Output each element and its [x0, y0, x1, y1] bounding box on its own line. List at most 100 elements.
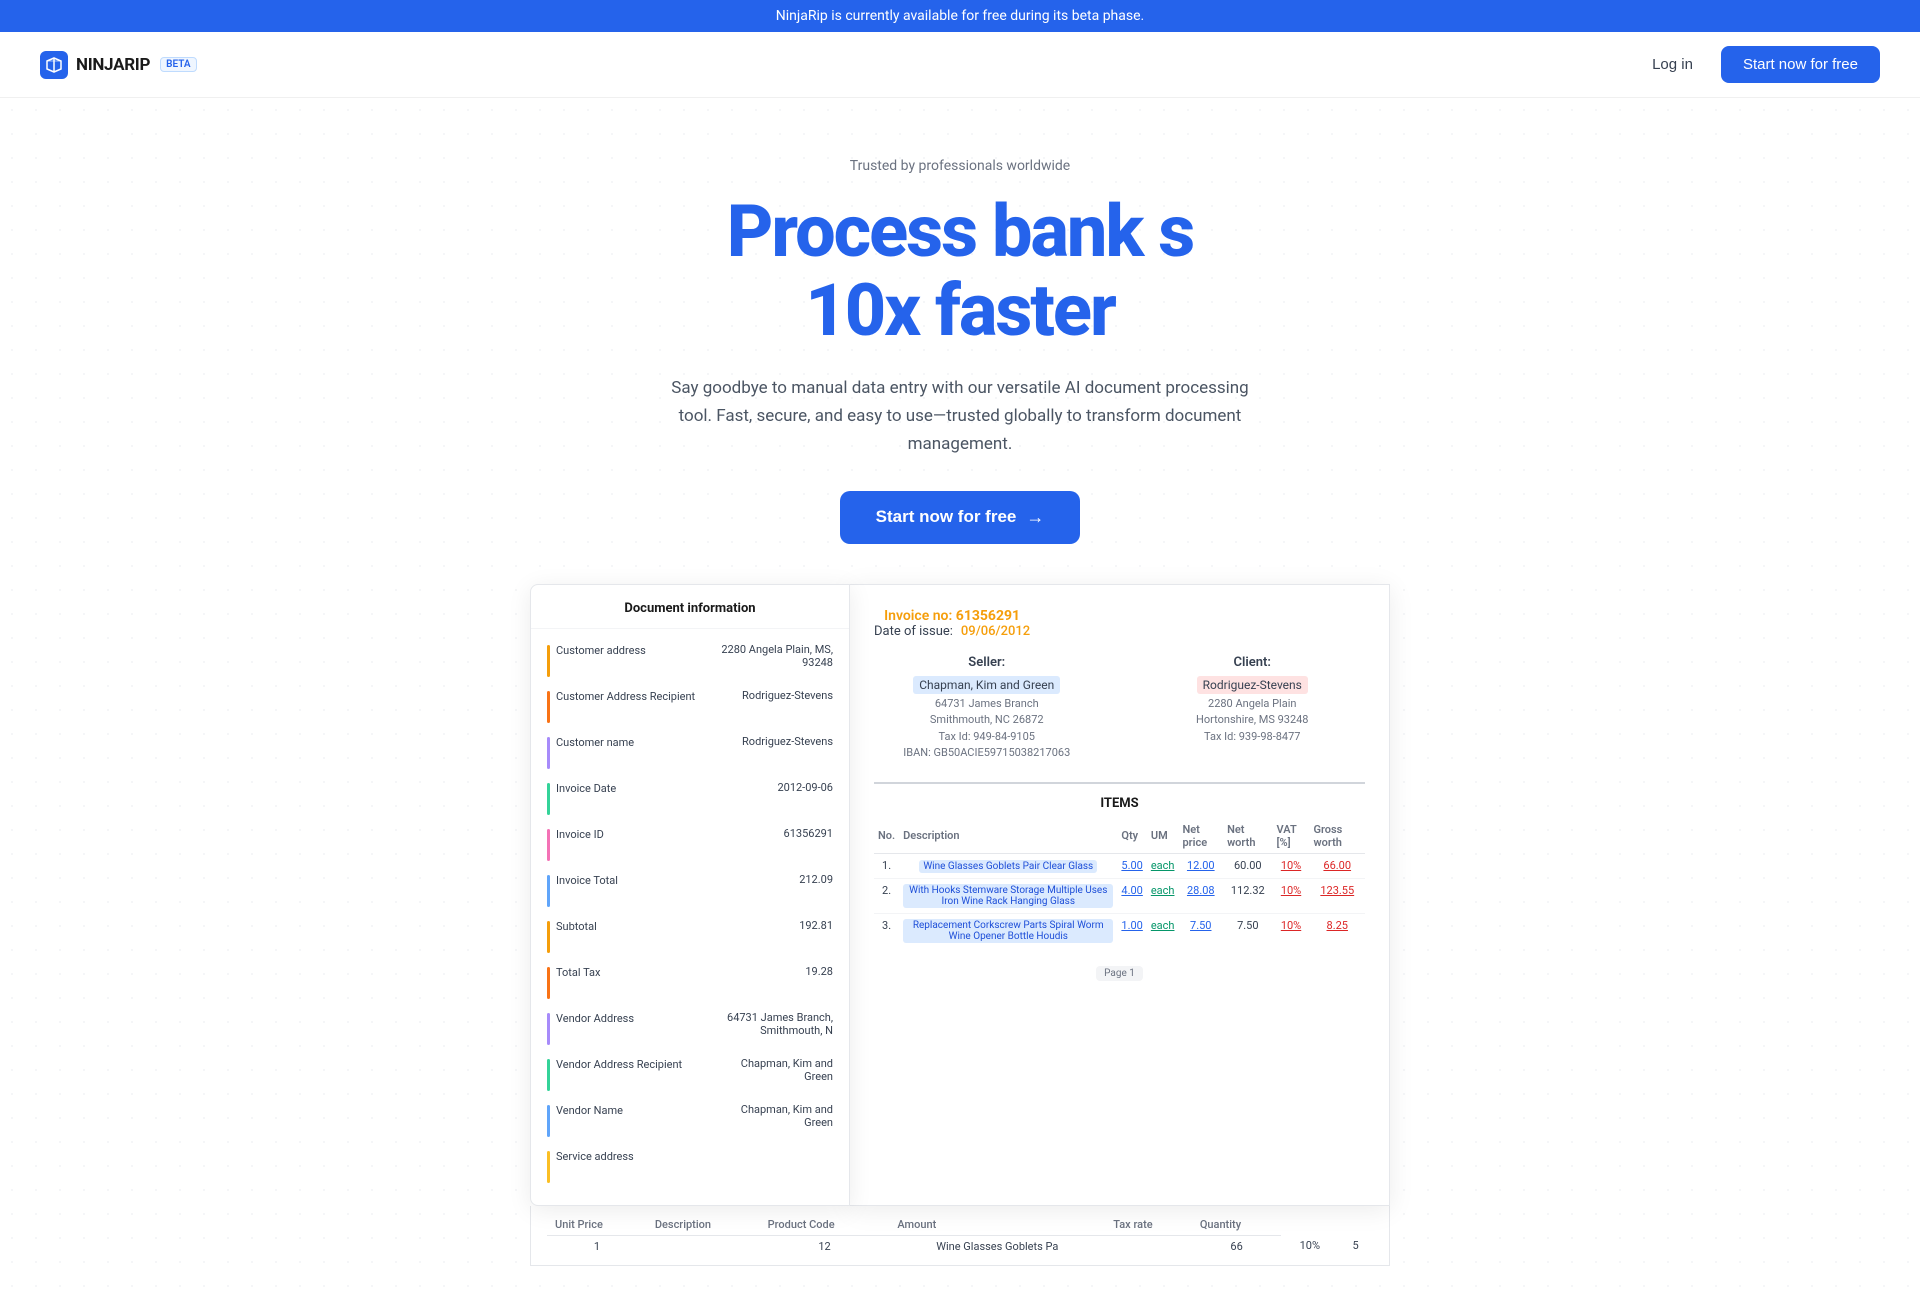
bottom-strip-body: 112Wine Glasses Goblets Pa6610%5: [547, 1235, 1373, 1257]
page-badge-wrap: Page 1: [874, 956, 1365, 981]
arrow-icon: →: [1026, 507, 1044, 528]
hero-section: Trusted by professionals worldwide Proce…: [0, 98, 1920, 1296]
invoice-no-block: Invoice no: 61356291 Date of issue: 09/0…: [874, 605, 1030, 639]
field-value: 2280 Angela Plain, MS, 93248: [713, 643, 833, 669]
client-address1: 2280 Angela Plain: [1140, 696, 1366, 713]
start-hero-button[interactable]: Start now for free →: [840, 491, 1081, 544]
field-color-dot: [547, 829, 550, 861]
field-value: 19.28: [805, 965, 833, 978]
logo-text: NINJARIP: [76, 55, 150, 75]
document-preview-wrapper: Document information Customer address 22…: [20, 584, 1900, 1266]
field-label-wrap: Subtotal: [547, 919, 687, 953]
invoice-divider: [874, 782, 1365, 784]
panel-left-title: Document information: [531, 601, 849, 629]
field-row: Invoice Total 212.09: [531, 867, 849, 913]
field-color-dot: [547, 1013, 550, 1045]
field-row: Vendor Name Chapman, Kim and Green: [531, 1097, 849, 1143]
field-label: Customer name: [556, 735, 634, 750]
field-label-wrap: Invoice Total: [547, 873, 687, 907]
field-label-wrap: Vendor Address: [547, 1011, 687, 1045]
bottom-th: Amount: [889, 1214, 1105, 1236]
field-color-dot: [547, 921, 550, 953]
panel-left: Document information Customer address 22…: [530, 584, 850, 1206]
doc-panels: Document information Customer address 22…: [530, 584, 1390, 1206]
client-name: Rodriguez-Stevens: [1197, 676, 1308, 694]
hero-title-line1: Process bank s: [727, 189, 1193, 274]
bottom-strip-head: Unit PriceDescriptionProduct CodeAmountT…: [547, 1214, 1373, 1236]
field-label: Invoice Date: [556, 781, 616, 796]
bottom-th: Tax rate: [1105, 1214, 1192, 1236]
field-label-wrap: Vendor Address Recipient: [547, 1057, 687, 1091]
th-um: UM: [1147, 819, 1179, 854]
seller-label: Seller:: [874, 655, 1100, 670]
item-qty: 1.00: [1117, 913, 1146, 948]
field-label-wrap: Customer address: [547, 643, 687, 677]
item-no: 1.: [874, 853, 899, 878]
navbar: NINJARIP BETA Log in Start now for free: [0, 32, 1920, 98]
field-label: Vendor Address: [556, 1011, 634, 1026]
item-vat: 10%: [1273, 913, 1310, 948]
item-qty: 5.00: [1117, 853, 1146, 878]
item-netprice: 12.00: [1178, 853, 1223, 878]
seller-tax: Tax Id: 949-84-9105: [874, 729, 1100, 746]
bottom-th: Quantity: [1192, 1214, 1282, 1236]
start-hero-label: Start now for free: [876, 507, 1017, 527]
login-button[interactable]: Log in: [1640, 48, 1705, 81]
field-color-dot: [547, 875, 550, 907]
bottom-th: Description: [647, 1214, 760, 1236]
seller-block: Seller: Chapman, Kim and Green 64731 Jam…: [874, 655, 1100, 762]
field-label: Vendor Name: [556, 1103, 623, 1118]
item-vat: 10%: [1273, 878, 1310, 913]
field-row: Vendor Address Recipient Chapman, Kim an…: [531, 1051, 849, 1097]
invoice-no-value: 61356291: [956, 608, 1020, 624]
logo-area: NINJARIP BETA: [40, 51, 197, 79]
field-rows-container: Customer address 2280 Angela Plain, MS, …: [531, 637, 849, 1189]
field-color-dot: [547, 1151, 550, 1183]
item-no: 3.: [874, 913, 899, 948]
date-value: 09/06/2012: [961, 624, 1030, 639]
bottom-header-row: Unit PriceDescriptionProduct CodeAmountT…: [547, 1214, 1373, 1236]
bottom-strip: Unit PriceDescriptionProduct CodeAmountT…: [530, 1206, 1390, 1266]
top-banner: NinjaRip is currently available for free…: [0, 0, 1920, 32]
client-block: Client: Rodriguez-Stevens 2280 Angela Pl…: [1140, 655, 1366, 762]
th-vat: VAT [%]: [1273, 819, 1310, 854]
bottom-td: 10%: [1281, 1235, 1338, 1257]
logo-icon: [40, 51, 68, 79]
bottom-data-row: 112Wine Glasses Goblets Pa6610%5: [547, 1235, 1373, 1257]
field-label: Total Tax: [556, 965, 600, 980]
invoice-header: Invoice no: 61356291 Date of issue: 09/0…: [874, 605, 1365, 639]
field-row: Customer name Rodriguez-Stevens: [531, 729, 849, 775]
field-label-wrap: Customer name: [547, 735, 687, 769]
field-row: Vendor Address 64731 James Branch, Smith…: [531, 1005, 849, 1051]
field-color-dot: [547, 691, 550, 723]
bottom-td: [647, 1235, 760, 1257]
start-nav-button[interactable]: Start now for free: [1721, 46, 1880, 83]
field-row: Invoice Date 2012-09-06: [531, 775, 849, 821]
field-label: Invoice Total: [556, 873, 618, 888]
bottom-td: [1105, 1235, 1192, 1257]
field-color-dot: [547, 967, 550, 999]
item-networth: 112.32: [1223, 878, 1272, 913]
item-desc: With Hooks Stemware Storage Multiple Use…: [899, 878, 1117, 913]
item-desc: Replacement Corkscrew Parts Spiral Worm …: [899, 913, 1117, 948]
field-label-wrap: Service address: [547, 1149, 687, 1183]
item-um: each: [1147, 853, 1179, 878]
bottom-th: Product Code: [760, 1214, 890, 1236]
bottom-td: 12: [760, 1235, 890, 1257]
items-table: No. Description Qty UM Net price Net wor…: [874, 819, 1365, 948]
nav-actions: Log in Start now for free: [1640, 46, 1880, 83]
field-label-wrap: Customer Address Recipient: [547, 689, 695, 723]
field-value: Chapman, Kim and Green: [713, 1103, 833, 1129]
field-label-wrap: Invoice Date: [547, 781, 687, 815]
seller-address1: 64731 James Branch: [874, 696, 1100, 713]
hero-title-line2: 10x faster: [805, 268, 1115, 353]
item-networth: 7.50: [1223, 913, 1272, 948]
field-label: Customer Address Recipient: [556, 689, 695, 704]
invoice-date-row: Date of issue: 09/06/2012: [874, 624, 1030, 639]
client-label: Client:: [1140, 655, 1366, 670]
item-vat: 10%: [1273, 853, 1310, 878]
client-tax: Tax Id: 939-98-8477: [1140, 729, 1366, 746]
field-label-wrap: Invoice ID: [547, 827, 687, 861]
field-label-wrap: Vendor Name: [547, 1103, 687, 1137]
field-color-dot: [547, 1059, 550, 1091]
